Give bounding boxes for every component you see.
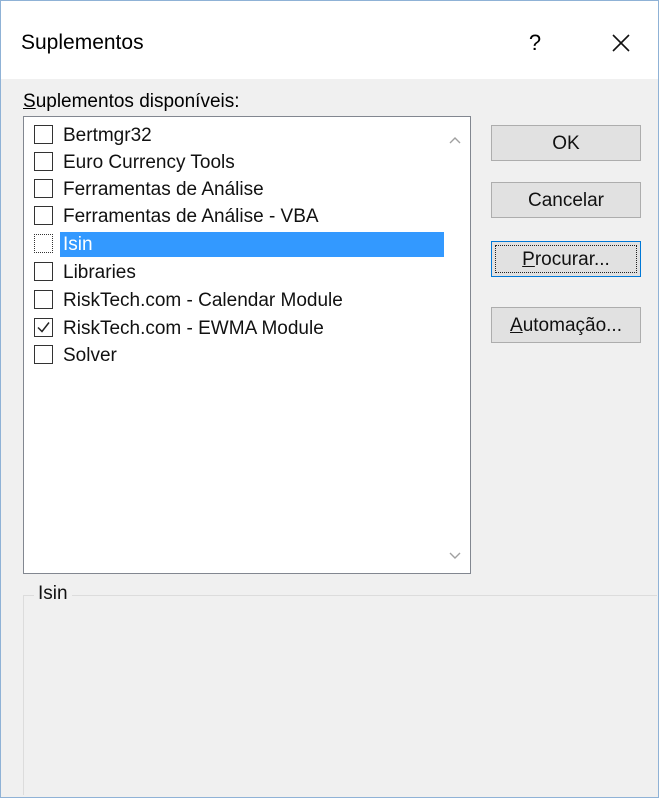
ok-button[interactable]: OK <box>491 125 641 161</box>
addin-item-label: Solver <box>63 345 117 366</box>
addin-item-label: Libraries <box>63 262 136 283</box>
addin-checkbox[interactable] <box>34 262 53 281</box>
addin-item-label: Bertmgr32 <box>63 125 152 146</box>
scroll-up-button[interactable] <box>444 129 466 151</box>
addin-item[interactable]: Ferramentas de Análise <box>34 176 438 203</box>
title-bar: Suplementos ? <box>1 1 658 79</box>
addin-item-label: Isin <box>60 232 444 257</box>
addin-checkbox[interactable] <box>34 179 53 198</box>
browse-button[interactable]: Procurar... <box>491 241 641 277</box>
addins-listbox[interactable]: Bertmgr32 Euro Currency Tools Ferramenta… <box>23 116 471 574</box>
addin-checkbox[interactable] <box>34 234 53 253</box>
addins-list-label-text: uplementos disponíveis: <box>35 91 240 112</box>
dialog-title: Suplementos <box>21 31 144 54</box>
addin-item-selected[interactable]: Isin <box>34 231 444 258</box>
ok-button-label: OK <box>552 133 580 154</box>
addin-checkbox[interactable] <box>34 206 53 225</box>
automation-rest: utomação... <box>522 315 622 336</box>
cancel-button[interactable]: Cancelar <box>491 182 641 218</box>
addin-item-label: RiskTech.com - Calendar Module <box>63 290 343 311</box>
checkmark-icon <box>37 322 50 333</box>
help-button[interactable]: ? <box>513 23 557 63</box>
addins-list-label: Suplementos disponíveis: <box>23 91 240 113</box>
addin-item-label: RiskTech.com - EWMA Module <box>63 318 324 339</box>
scroll-down-button[interactable] <box>444 545 466 567</box>
cancel-button-label: Cancelar <box>527 190 605 211</box>
addin-item[interactable]: Libraries <box>34 259 438 286</box>
addin-item[interactable]: RiskTech.com - Calendar Module <box>34 287 438 314</box>
automation-button-label: Automação... <box>510 315 622 336</box>
addin-item-label: Ferramentas de Análise - VBA <box>63 206 319 227</box>
addin-item-label: Euro Currency Tools <box>63 152 235 173</box>
addin-checkbox[interactable] <box>34 345 53 364</box>
addin-checkbox[interactable] <box>34 290 53 309</box>
addin-checkbox[interactable] <box>34 152 53 171</box>
addin-item[interactable]: Euro Currency Tools <box>34 149 438 176</box>
addin-item-label: Ferramentas de Análise <box>63 179 264 200</box>
close-button[interactable] <box>599 23 643 63</box>
addin-checkbox-checked[interactable] <box>34 318 53 337</box>
addin-item[interactable]: Bertmgr32 <box>34 122 438 149</box>
addins-list-label-accel: S <box>23 91 36 112</box>
chevron-up-icon <box>449 137 461 144</box>
browse-accel: P <box>522 249 535 270</box>
browse-rest: rocurar... <box>534 249 610 270</box>
addins-dialog: Suplementos ? Suplementos disponíveis: B… <box>0 0 659 798</box>
description-group <box>23 595 657 795</box>
description-group-label: Isin <box>34 583 72 605</box>
automation-button[interactable]: Automação... <box>491 307 641 343</box>
chevron-down-icon <box>449 552 461 559</box>
close-icon <box>612 34 630 52</box>
automation-accel: A <box>510 315 523 336</box>
browse-button-label: Procurar... <box>522 249 610 270</box>
addin-checkbox[interactable] <box>34 125 53 144</box>
addin-item[interactable]: Solver <box>34 342 438 369</box>
addin-item[interactable]: Ferramentas de Análise - VBA <box>34 203 438 230</box>
addin-item[interactable]: RiskTech.com - EWMA Module <box>34 315 438 342</box>
